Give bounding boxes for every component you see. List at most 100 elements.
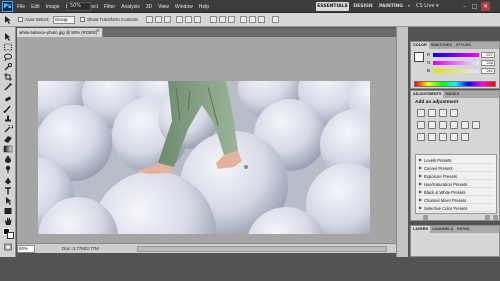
canvas-area[interactable]: [17, 37, 396, 243]
close-button[interactable]: ×: [481, 2, 490, 11]
type-tool-button[interactable]: [3, 187, 13, 195]
red-slider[interactable]: R 227: [427, 52, 499, 58]
green-slider-track[interactable]: [433, 61, 479, 65]
vibrance-icon[interactable]: [417, 121, 425, 129]
curves-icon[interactable]: [439, 109, 447, 117]
marquee-tool-button[interactable]: [3, 43, 13, 51]
horizontal-scrollbar[interactable]: [137, 246, 387, 252]
blue-value[interactable]: 241: [481, 68, 495, 74]
menu-edit[interactable]: Edit: [28, 4, 43, 10]
red-slider-track[interactable]: [433, 53, 479, 57]
expand-triangle-icon[interactable]: ▶: [419, 173, 422, 178]
eraser-tool-button[interactable]: [3, 135, 13, 143]
threshold-icon[interactable]: [439, 133, 447, 141]
move-tool-button[interactable]: [3, 33, 13, 41]
path-selection-tool-button[interactable]: [3, 197, 13, 205]
auto-select-checkbox[interactable]: [18, 17, 23, 22]
distribute-center-icon[interactable]: [249, 16, 256, 23]
document-photo[interactable]: [38, 81, 370, 234]
clone-stamp-tool-button[interactable]: [3, 115, 13, 123]
lasso-tool-button[interactable]: [3, 53, 13, 61]
expand-triangle-icon[interactable]: ▶: [419, 189, 422, 194]
distribute-middle-icon[interactable]: [219, 16, 226, 23]
gradient-tool-button[interactable]: [3, 145, 13, 153]
menu-analysis[interactable]: Analysis: [118, 4, 143, 10]
preset-exposure[interactable]: ▶ Exposure Presets: [418, 173, 492, 180]
align-center-icon[interactable]: [185, 16, 192, 23]
brush-tool-button[interactable]: [3, 105, 13, 113]
tab-paths[interactable]: PATHS: [455, 226, 471, 233]
preset-curves[interactable]: ▶ Curves Presets: [418, 165, 492, 172]
workspace-painting[interactable]: PAINTING: [377, 2, 405, 11]
transform-controls-checkbox[interactable]: [80, 17, 85, 22]
align-top-icon[interactable]: [146, 16, 153, 23]
align-right-icon[interactable]: [194, 16, 201, 23]
distribute-right-icon[interactable]: [258, 16, 265, 23]
channel-mixer-icon[interactable]: [472, 121, 480, 129]
green-value[interactable]: 228: [481, 60, 495, 66]
new-layer-icon[interactable]: [485, 215, 490, 220]
preset-channel-mixer[interactable]: ▶ Channel Mixer Presets: [418, 197, 492, 204]
document-close-icon[interactable]: ×: [96, 28, 100, 34]
quick-selection-tool-button[interactable]: [3, 63, 13, 71]
distribute-bottom-icon[interactable]: [228, 16, 235, 23]
workspace-essentials[interactable]: ESSENTIALS: [316, 2, 349, 11]
tab-masks[interactable]: MASKS: [443, 91, 461, 98]
crop-tool-button[interactable]: [3, 73, 13, 81]
tab-styles[interactable]: STYLES: [454, 42, 473, 49]
align-left-icon[interactable]: [176, 16, 183, 23]
workspace-design[interactable]: DESIGN: [351, 2, 375, 11]
trash-icon[interactable]: [493, 215, 498, 220]
healing-brush-tool-button[interactable]: [3, 95, 13, 103]
gradient-map-icon[interactable]: [450, 133, 458, 141]
menu-view[interactable]: View: [155, 4, 172, 10]
menu-image[interactable]: Image: [43, 4, 63, 10]
blur-tool-button[interactable]: [3, 155, 13, 163]
zoom-level-field[interactable]: 50%: [17, 245, 35, 253]
preset-levels[interactable]: ▶ Levels Presets: [418, 157, 492, 164]
eyedropper-tool-button[interactable]: [3, 83, 13, 91]
brightness-contrast-icon[interactable]: [417, 109, 425, 117]
current-color-swatch[interactable]: [414, 52, 424, 62]
levels-icon[interactable]: [428, 109, 436, 117]
align-middle-icon[interactable]: [155, 16, 162, 23]
shape-tool-button[interactable]: [3, 207, 13, 215]
exposure-icon[interactable]: [450, 109, 458, 117]
collapsed-panel-dock[interactable]: [396, 27, 408, 257]
workspace-more-button[interactable]: »: [405, 2, 413, 11]
tab-adjustments[interactable]: ADJUSTMENTS: [411, 91, 444, 98]
menu-help[interactable]: Help: [196, 4, 212, 10]
menu-3d[interactable]: 3D: [143, 4, 155, 10]
align-bottom-icon[interactable]: [164, 16, 171, 23]
color-balance-icon[interactable]: [439, 121, 447, 129]
preset-hue-saturation[interactable]: ▶ Hue/Saturation Presets: [418, 181, 492, 188]
return-icon[interactable]: [423, 215, 428, 220]
maximize-button[interactable]: □: [470, 2, 479, 11]
selective-color-icon[interactable]: [461, 133, 469, 141]
tab-color[interactable]: COLOR: [411, 42, 429, 49]
posterize-icon[interactable]: [428, 133, 436, 141]
tab-swatches[interactable]: SWATCHES: [429, 42, 454, 49]
hue-saturation-icon[interactable]: [428, 121, 436, 129]
black-white-icon[interactable]: [450, 121, 458, 129]
tab-channels[interactable]: CHANNELS: [430, 226, 455, 233]
preset-black-white[interactable]: ▶ Black & White Presets: [418, 189, 492, 196]
expand-triangle-icon[interactable]: ▶: [419, 205, 422, 210]
menu-file[interactable]: File: [14, 4, 28, 10]
blue-slider[interactable]: B 241: [427, 68, 499, 74]
auto-select-dropdown[interactable]: Group: [53, 16, 75, 24]
invert-icon[interactable]: [417, 133, 425, 141]
minimize-button[interactable]: –: [460, 2, 469, 11]
photo-filter-icon[interactable]: [461, 121, 469, 129]
document-info[interactable]: Doc: 3.77M/3.77M: [62, 245, 99, 253]
expand-triangle-icon[interactable]: ▶: [419, 181, 422, 186]
tab-layers[interactable]: LAYERS: [411, 226, 431, 233]
app-zoom-dropdown[interactable]: 50%: [67, 2, 91, 11]
background-color-swatch[interactable]: [7, 232, 14, 239]
blue-slider-track[interactable]: [433, 69, 479, 73]
document-tab[interactable]: white-balance-photo.jpg @ 50% (RGB/8) ×: [17, 28, 103, 37]
expand-triangle-icon[interactable]: ▶: [419, 165, 422, 170]
auto-align-icon[interactable]: [272, 16, 279, 23]
red-value[interactable]: 227: [481, 52, 495, 58]
quick-mask-icon[interactable]: [3, 243, 13, 251]
